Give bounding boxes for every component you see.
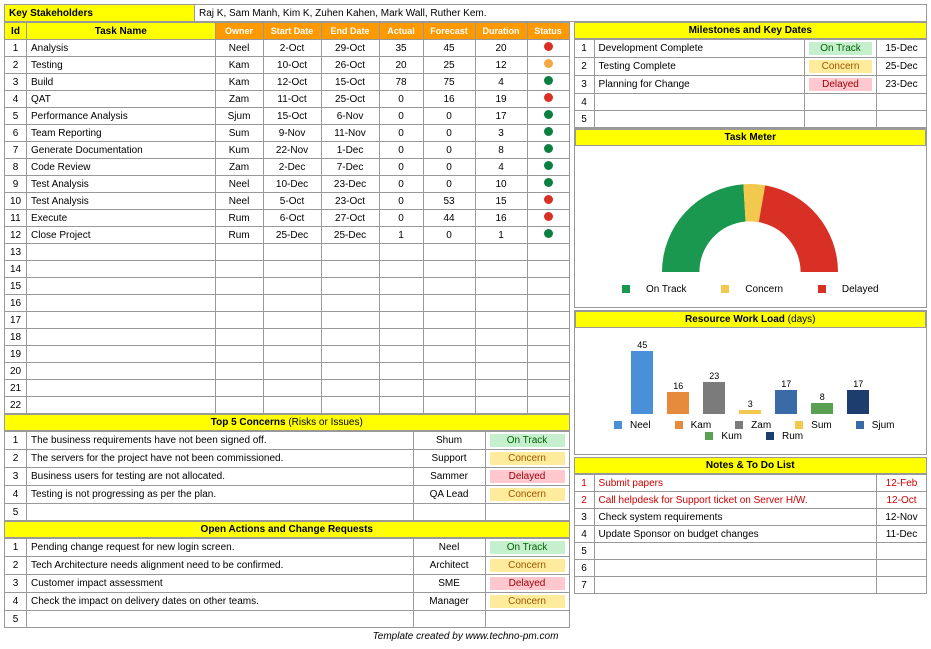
table-row[interactable]: 17	[5, 312, 570, 329]
table-row[interactable]: 1AnalysisNeel2-Oct29-Oct354520	[5, 40, 570, 57]
task-header: End Date	[321, 23, 379, 40]
stakeholders-row: Key Stakeholders Raj K, Sam Manh, Kim K,…	[4, 4, 927, 22]
table-row[interactable]: 10Test AnalysisNeel5-Oct23-Oct05315	[5, 193, 570, 210]
table-row[interactable]: 8Code ReviewZam2-Dec7-Dec004	[5, 159, 570, 176]
stakeholders-value: Raj K, Sam Manh, Kim K, Zuhen Kahen, Mar…	[195, 5, 927, 22]
actions-title: Open Actions and Change Requests	[4, 521, 570, 538]
milestones-title: Milestones and Key Dates	[574, 22, 927, 39]
table-row[interactable]: 4Testing is not progressing as per the p…	[5, 486, 570, 504]
table-row[interactable]: 3Check system requirements12-Nov	[574, 509, 926, 526]
task-meter-chart: On Track Concern Delayed	[575, 146, 926, 307]
table-row[interactable]: 13	[5, 244, 570, 261]
task-header: Owner	[215, 23, 263, 40]
actions-table: 1Pending change request for new login sc…	[4, 538, 570, 628]
table-row[interactable]: 4	[574, 94, 926, 111]
milestones-table: 1Development CompleteOn Track15-Dec2Test…	[574, 39, 927, 128]
table-row[interactable]: 1The business requirements have not been…	[5, 432, 570, 450]
status-dot-icon	[544, 161, 553, 170]
footer-credit: Template created by www.techno-pm.com	[4, 628, 927, 645]
table-row[interactable]: 16	[5, 295, 570, 312]
table-row[interactable]: 5	[574, 543, 926, 560]
table-row[interactable]: 2Tech Architecture needs alignment need …	[5, 557, 570, 575]
table-row[interactable]: 19	[5, 346, 570, 363]
status-dot-icon	[544, 178, 553, 187]
table-row[interactable]: 1Development CompleteOn Track15-Dec	[574, 40, 926, 58]
table-row[interactable]: 2The servers for the project have not be…	[5, 450, 570, 468]
status-dot-icon	[544, 76, 553, 85]
status-dot-icon	[544, 229, 553, 238]
table-row[interactable]: 1Pending change request for new login sc…	[5, 539, 570, 557]
task-header: Status	[527, 23, 569, 40]
table-row[interactable]: 2Testing CompleteConcern25-Dec	[574, 58, 926, 76]
workload-title: Resource Work Load (days)	[575, 311, 926, 328]
table-row[interactable]: 7Generate DocumentationKum22-Nov1-Dec008	[5, 142, 570, 159]
table-row[interactable]: 21	[5, 380, 570, 397]
table-row[interactable]: 18	[5, 329, 570, 346]
tasks-table: IdTask NameOwnerStart DateEnd DateActual…	[4, 22, 570, 414]
status-dot-icon	[544, 195, 553, 204]
table-row[interactable]: 6Team ReportingSum9-Nov11-Nov003	[5, 125, 570, 142]
table-row[interactable]: 3Planning for ChangeDelayed23-Dec	[574, 76, 926, 94]
concerns-table: 1The business requirements have not been…	[4, 431, 570, 521]
task-header: Duration	[475, 23, 527, 40]
table-row[interactable]: 4Update Sponsor on budget changes11-Dec	[574, 526, 926, 543]
table-row[interactable]: 5	[5, 611, 570, 628]
table-row[interactable]: 20	[5, 363, 570, 380]
stakeholders-label: Key Stakeholders	[5, 5, 195, 22]
table-row[interactable]: 3Business users for testing are not allo…	[5, 468, 570, 486]
table-row[interactable]: 22	[5, 397, 570, 414]
table-row[interactable]: 3Customer impact assessmentSMEDelayed	[5, 575, 570, 593]
status-dot-icon	[544, 42, 553, 51]
task-header: Task Name	[27, 23, 216, 40]
table-row[interactable]: 11ExecuteRum6-Oct27-Oct04416	[5, 210, 570, 227]
table-row[interactable]: 4Check the impact on delivery dates on o…	[5, 593, 570, 611]
table-row[interactable]: 5	[574, 111, 926, 128]
notes-title: Notes & To Do List	[574, 457, 927, 474]
task-header: Forecast	[423, 23, 475, 40]
status-dot-icon	[544, 212, 553, 221]
table-row[interactable]: 6	[574, 560, 926, 577]
notes-table: 1Submit papers12-Feb2Call helpdesk for S…	[574, 474, 927, 594]
table-row[interactable]: 1Submit papers12-Feb	[574, 475, 926, 492]
table-row[interactable]: 14	[5, 261, 570, 278]
table-row[interactable]: 7	[574, 577, 926, 594]
table-row[interactable]: 15	[5, 278, 570, 295]
meter-title: Task Meter	[575, 129, 926, 146]
table-row[interactable]: 3BuildKam12-Oct15-Oct78754	[5, 74, 570, 91]
concerns-title: Top 5 Concerns (Risks or Issues)	[4, 414, 570, 431]
table-row[interactable]: 9Test AnalysisNeel10-Dec23-Dec0010	[5, 176, 570, 193]
status-dot-icon	[544, 59, 553, 68]
table-row[interactable]: 2TestingKam10-Oct26-Oct202512	[5, 57, 570, 74]
status-dot-icon	[544, 110, 553, 119]
workload-chart: 451623317817 NeelKamZamSumSjumKumRum	[575, 328, 926, 454]
task-header: Actual	[379, 23, 423, 40]
table-row[interactable]: 2Call helpdesk for Support ticket on Ser…	[574, 492, 926, 509]
status-dot-icon	[544, 93, 553, 102]
task-header: Id	[5, 23, 27, 40]
table-row[interactable]: 5	[5, 504, 570, 521]
table-row[interactable]: 4QATZam11-Oct25-Oct01619	[5, 91, 570, 108]
table-row[interactable]: 5Performance AnalysisSjum15-Oct6-Nov0017	[5, 108, 570, 125]
status-dot-icon	[544, 127, 553, 136]
status-dot-icon	[544, 144, 553, 153]
table-row[interactable]: 12Close ProjectRum25-Dec25-Dec101	[5, 227, 570, 244]
task-header: Start Date	[263, 23, 321, 40]
